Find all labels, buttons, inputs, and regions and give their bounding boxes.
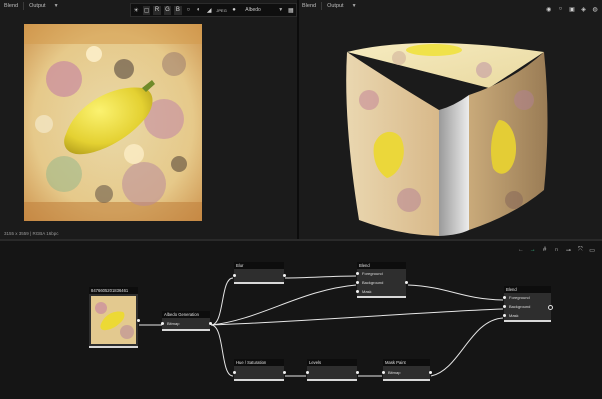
slot-label: Background [509, 304, 531, 309]
slot-label: Mask [362, 289, 372, 294]
blend-node-1[interactable]: Blend Foreground Background Mask [355, 262, 408, 298]
output-port[interactable] [547, 305, 553, 310]
node-body [232, 366, 286, 379]
slot-label: Mask [509, 313, 519, 318]
output-port[interactable] [208, 322, 212, 325]
slot-label: Foreground [509, 295, 530, 300]
bitmap-slot[interactable]: Bitmap [160, 318, 212, 329]
input-port[interactable] [502, 305, 506, 308]
output-port[interactable] [428, 371, 432, 374]
image-input-node[interactable]: 8476605201836461 [89, 287, 140, 348]
node-title: 8476605201836461 [89, 287, 138, 294]
input-port[interactable] [160, 322, 164, 325]
mask-slot[interactable]: Mask [355, 287, 406, 296]
levels-node[interactable]: Levels [305, 359, 359, 381]
input-port[interactable] [232, 371, 236, 374]
input-port[interactable] [381, 371, 385, 374]
node-footer [162, 329, 210, 331]
foreground-slot[interactable]: Foreground [502, 293, 551, 302]
pizza-thumbnail-image [91, 296, 136, 344]
node-thumbnail [89, 294, 140, 346]
slot-label: Bitmap [388, 370, 401, 375]
node-footer [307, 379, 357, 381]
node-title: Mask Paint [383, 359, 430, 366]
mask-slot[interactable]: Mask [502, 311, 551, 320]
background-slot[interactable]: Background [355, 278, 408, 287]
slot-label: Foreground [362, 271, 383, 276]
hue-saturation-node[interactable]: Hue / Saturation [232, 359, 286, 381]
node-title: Blend [357, 262, 406, 269]
node-footer [357, 296, 406, 298]
input-port[interactable] [232, 274, 236, 277]
node-body [305, 366, 359, 379]
output-port[interactable] [355, 371, 359, 374]
node-footer [504, 320, 551, 322]
foreground-slot[interactable]: Foreground [355, 269, 406, 278]
node-title: Albedo Generation [162, 311, 210, 318]
node-title: Blur [234, 262, 284, 269]
input-port[interactable] [355, 272, 359, 275]
mask-paint-node[interactable]: Mask Paint Bitmap [381, 359, 432, 381]
node-title: Hue / Saturation [234, 359, 284, 366]
output-port[interactable] [136, 318, 140, 322]
input-port[interactable] [355, 281, 359, 284]
node-body: Foreground Background Mask [355, 269, 408, 296]
blur-node[interactable]: Blur [232, 262, 286, 284]
background-slot[interactable]: Background [502, 302, 553, 311]
slot-label: Background [362, 280, 384, 285]
blend-node-2[interactable]: Blend Foreground Background Mask [502, 286, 553, 322]
node-body [232, 269, 286, 282]
node-body: Bitmap [381, 366, 432, 379]
node-footer [234, 379, 284, 381]
input-port[interactable] [502, 314, 506, 317]
node-title: Blend [504, 286, 551, 293]
input-port[interactable] [355, 290, 359, 293]
node-body: Foreground Background Mask [502, 293, 553, 320]
node-title: Levels [307, 359, 357, 366]
output-port[interactable] [282, 274, 286, 277]
bitmap-slot[interactable]: Bitmap [381, 366, 432, 379]
node-footer [89, 346, 138, 348]
node-body: Bitmap [160, 318, 212, 329]
albedo-generation-node[interactable]: Albedo Generation Bitmap [160, 311, 212, 331]
output-port[interactable] [404, 281, 408, 284]
output-port[interactable] [282, 371, 286, 374]
slot-label: Bitmap [167, 321, 180, 326]
node-footer [234, 282, 284, 284]
node-footer [383, 379, 430, 381]
input-port[interactable] [502, 296, 506, 299]
input-port[interactable] [305, 371, 309, 374]
